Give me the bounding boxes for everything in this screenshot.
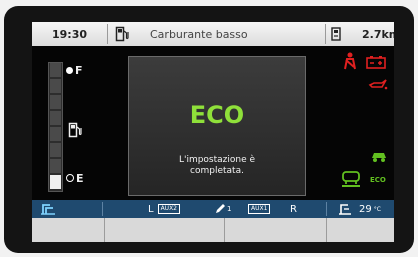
temperature-readout: 29 °C (359, 203, 381, 215)
gauge-segment (50, 79, 61, 93)
softkey-divider (224, 218, 225, 242)
fuel-pump-icon (68, 122, 82, 142)
battery-warning-icon (366, 54, 386, 73)
compass-mode-icon (40, 200, 56, 218)
aux-right-badge: AUX1 (248, 204, 271, 214)
trip-display-icon (331, 22, 341, 46)
bottom-divider (102, 202, 103, 216)
left-selector: L AUX2 (148, 200, 181, 218)
right-selector: R (290, 203, 297, 215)
fuel-gauge (48, 62, 63, 192)
clock: 19:30 (52, 27, 88, 41)
empty-marker-icon (66, 174, 74, 182)
full-marker-icon (66, 67, 73, 74)
eco-confirmation-popup: ECO L'impostazione è completata. (128, 56, 306, 196)
eco-mode-icon (340, 170, 362, 192)
ambient-temp-icon (338, 200, 352, 218)
gauge-segment (50, 143, 61, 157)
pen-icon: 1 (214, 200, 231, 218)
fuel-pump-icon (115, 22, 129, 46)
softkey-divider (326, 218, 327, 242)
dashboard-screen: 19:30 Carburante basso 2.7km F (32, 22, 394, 242)
traction-control-icon (370, 148, 388, 167)
gauge-full-label: F (66, 64, 83, 77)
range-readout: 2.7km (362, 27, 394, 41)
popup-title: ECO (189, 101, 245, 129)
top-divider (325, 24, 326, 44)
aux-right-group: AUX1 (244, 200, 271, 218)
gauge-empty-label: E (66, 172, 84, 185)
softkey-divider (104, 218, 105, 242)
aux-left-badge: AUX2 (157, 204, 181, 214)
seatbelt-warning-icon (340, 52, 360, 74)
fuel-level-segment (50, 175, 61, 189)
gauge-segment (50, 95, 61, 109)
eco-label: ECO (370, 176, 386, 184)
bottom-status-bar: L AUX2 1 AUX1 R 29 °C (32, 200, 394, 218)
bottom-softkey-strip (32, 218, 394, 242)
gauge-segment (50, 159, 61, 173)
gauge-segment (50, 127, 61, 141)
gauge-segment (50, 111, 61, 125)
oil-pressure-warning-icon (368, 76, 388, 95)
popup-message: L'impostazione è completata. (178, 155, 256, 176)
bottom-divider (326, 202, 327, 216)
gauge-segment (50, 63, 61, 77)
top-status-bar: 19:30 Carburante basso 2.7km (32, 22, 394, 46)
status-message: Carburante basso (150, 27, 248, 41)
top-divider (107, 24, 108, 44)
